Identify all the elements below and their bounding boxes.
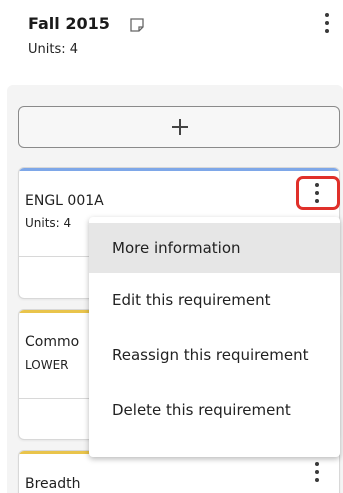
card-title: Breadth <box>25 476 81 492</box>
card-title: Commo <box>25 334 80 350</box>
term-header: Fall 2015 Units: 4 <box>0 0 343 80</box>
menu-item-reassign-requirement[interactable]: Reassign this requirement <box>89 328 340 383</box>
note-icon[interactable] <box>129 17 145 33</box>
menu-item-more-information[interactable]: More information <box>89 223 340 273</box>
card-title: ENGL 001A <box>25 193 104 209</box>
menu-item-edit-requirement[interactable]: Edit this requirement <box>89 273 340 328</box>
term-units: Units: 4 <box>28 42 79 57</box>
add-requirement-button[interactable] <box>18 106 340 148</box>
card-units: Units: 4 <box>25 216 72 230</box>
card-more-options-icon[interactable] <box>312 180 322 206</box>
card-more-options-icon[interactable] <box>312 459 322 485</box>
requirement-context-menu: More information Edit this requirement R… <box>89 217 340 457</box>
card-accent-bar <box>19 168 339 171</box>
menu-item-delete-requirement[interactable]: Delete this requirement <box>89 383 340 438</box>
card-subtitle: LOWER <box>25 358 69 372</box>
term-title: Fall 2015 <box>28 14 110 33</box>
term-more-options-icon[interactable] <box>322 10 332 36</box>
